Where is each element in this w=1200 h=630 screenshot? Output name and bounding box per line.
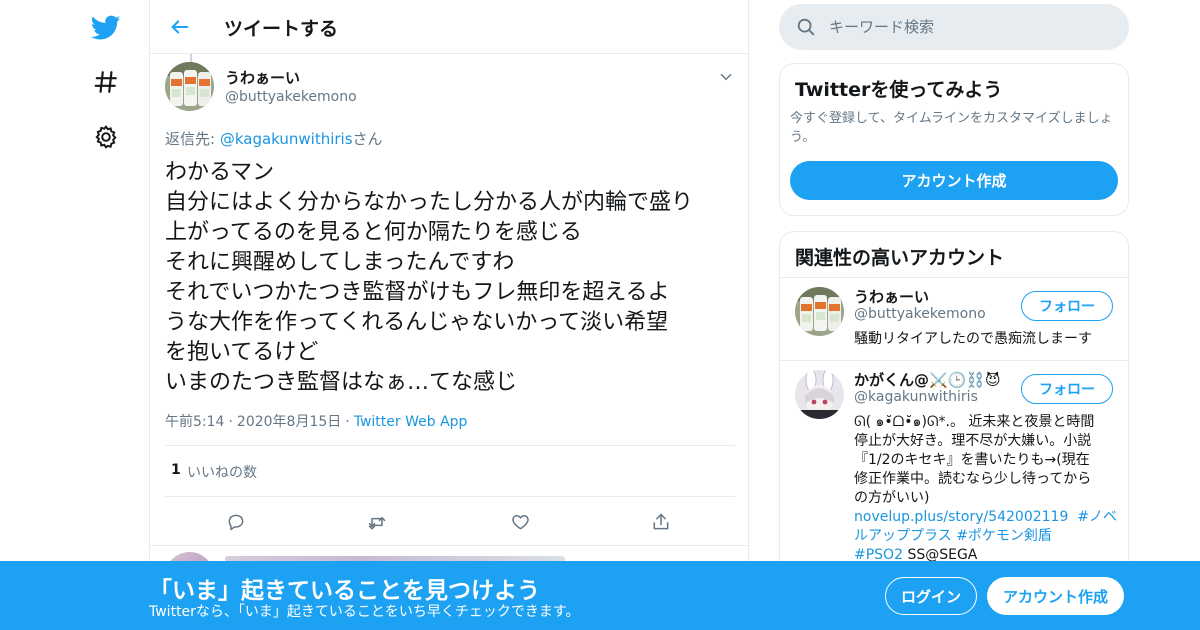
login-button[interactable]: ログイン [885,577,977,615]
bio-link[interactable]: novelup.plus/story/542002119 [854,509,1068,525]
bio-line: 『1/2のキセキ』を書いたりも→(現在 [854,452,1090,468]
left-nav [78,0,134,630]
tweet-line: 自分にはよく分からなかったし分かる人が内輪で盛り [165,190,694,215]
meta-separator: · [345,414,350,430]
account-item[interactable]: うわぁーい @buttyakekemono フォロー 騒動リタイアしたので愚痴流… [780,277,1128,360]
follow-button[interactable]: フォロー [1021,291,1113,321]
reply-prefix: 返信先: [165,130,220,148]
bio-hashtag[interactable]: #ノベ [1077,509,1117,525]
tweet-line: を抱いてるけど [165,340,319,365]
account-handle[interactable]: @buttyakekemono [854,306,986,322]
avatar-image [795,370,844,419]
search-box [779,4,1129,50]
tweet-line: それでいつかたつき監督がけもフレ無印を超えるよ [165,280,670,305]
search-input[interactable] [829,4,1119,50]
bio-line: novelup.plus/story/542002119 #ノベ [854,508,1117,527]
follow-button[interactable]: フォロー [1021,374,1113,404]
share-icon [653,513,669,530]
tweet-date[interactable]: 2020年8月15日 [237,414,341,430]
main-column: ツイートする うわぁーい @buttyakekemono 返信先: @kagak… [149,0,749,630]
reply-suffix: さん [352,130,383,148]
create-account-button[interactable]: アカウント作成 [790,161,1118,200]
like-count[interactable]: 1 [171,462,181,478]
avatar[interactable] [795,370,844,419]
tweet-line: 上がってるのを見ると何か隔たりを感じる [165,220,582,245]
share-button[interactable] [647,508,675,536]
bio-hashtag[interactable]: #ポケモン剣盾 [956,528,1052,544]
arrow-left-icon [171,20,189,34]
settings-link[interactable] [78,109,134,165]
hashtag-icon [94,71,117,93]
tweet-time[interactable]: 午前5:14 [165,414,224,430]
tweet-source-app[interactable]: Twitter Web App [354,414,468,430]
page-title: ツイートする [224,18,339,40]
bio-line: ᘏ( ๑•̆ᗝ•̆๑)ᘏ*.。 近未来と夜景と時間 [854,414,1095,430]
avatar-image [165,62,214,111]
divider [150,545,748,546]
tweet-stats: 1 いいねの数 [165,445,735,497]
avatar-image [795,287,844,336]
twitter-logo-link[interactable] [78,0,134,56]
reply-handle-link[interactable]: @kagakunwithiris [220,130,353,148]
tweet-line: それに興醒めしてしまったんですわ [165,250,515,275]
retweet-icon [368,517,386,530]
reply-context: 返信先: @kagakunwithirisさん [165,128,383,149]
account-bio: ᘏ( ๑•̆ᗝ•̆๑)ᘏ*.。 近未来と夜景と時間 停止が大好き。理不尽が大嫌い… [854,413,1117,565]
account-name[interactable]: かがくん@⚔️🕒⛓️😈 [854,369,1001,390]
bio-line: 修正作業中。読むなら少し待ってから [854,471,1092,487]
like-button[interactable] [506,508,534,536]
banner-subtitle: Twitterなら、「いま」起きていることをいち早くチェックできます。 [149,604,580,620]
main-header: ツイートする [150,0,748,54]
avatar[interactable] [165,62,214,111]
signup-card-description: 今すぐ登録して、タイムラインをカスタマイズしましょう。 [790,111,1113,145]
account-name[interactable]: うわぁーい [854,286,929,307]
search-icon [797,18,815,36]
bio-hashtag[interactable]: ルアッププラス [854,528,952,544]
related-accounts-title: 関連性の高いアカウント [795,247,1005,269]
bio-line: 停止が大好き。理不尽が大嫌い。小説 [854,433,1092,449]
retweet-button[interactable] [363,508,391,536]
reply-button[interactable] [222,508,250,536]
tweet-menu-button[interactable] [717,68,735,86]
meta-separator: · [228,414,233,430]
user-handle[interactable]: @buttyakekemono [225,89,357,105]
chevron-down-icon [720,73,732,81]
user-name[interactable]: うわぁーい [225,67,300,88]
account-handle[interactable]: @kagakunwithiris [854,389,978,405]
like-count-label[interactable]: いいねの数 [187,462,257,482]
banner-create-account-button[interactable]: アカウント作成 [987,577,1124,615]
bio-line: の方がいい) [854,490,930,506]
bio-line: ルアッププラス #ポケモン剣盾 [854,527,1114,546]
tweet-meta: 午前5:14 · 2020年8月15日 · Twitter Web App [165,411,467,431]
thread-connector-line [190,54,192,62]
tweet-line: いまのたつき監督はなぁ…てな感じ [165,370,518,395]
signup-card: Twitterを使ってみよう 今すぐ登録して、タイムラインをカスタマイズしましょ… [779,63,1129,216]
like-icon [511,515,529,530]
tweet-line: わかるマン [165,160,275,185]
account-bio: 騒動リタイアしたので愚痴流しまーす [854,331,1092,347]
tweet-text: わかるマン 自分にはよく分からなかったし分かる人が内輪で盛り 上がってるのを見る… [165,158,735,398]
gear-icon [95,125,117,149]
avatar[interactable] [795,287,844,336]
signup-card-title: Twitterを使ってみよう [795,79,1003,101]
explore-link[interactable] [78,54,134,110]
banner-title: 「いま」起きていることを見つけよう [149,578,540,604]
reply-icon [228,514,244,531]
tweet-actions [165,508,735,536]
signup-banner: 「いま」起きていることを見つけよう Twitterなら、「いま」起きていることを… [0,561,1200,630]
back-button[interactable] [164,11,196,43]
tweet-line: うな大作を作ってくれるんじゃないかって淡い希望 [165,310,669,335]
twitter-bird-icon [91,15,121,40]
